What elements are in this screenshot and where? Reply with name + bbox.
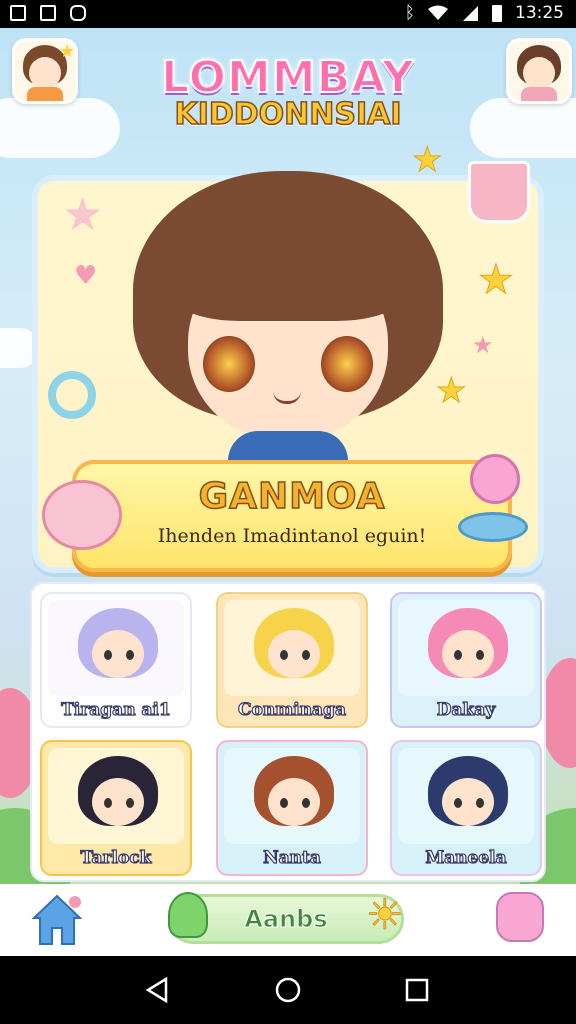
clock: 13:25 — [515, 3, 564, 23]
plate-icon — [458, 512, 528, 542]
character-card[interactable]: Dakay — [390, 592, 542, 728]
battery-icon — [492, 5, 502, 22]
bluetooth-icon: ᛒ — [404, 3, 415, 23]
friend-avatar-button[interactable] — [506, 38, 572, 104]
star-icon: ★ — [478, 257, 515, 304]
character-name: Conminaga — [237, 699, 346, 720]
logo-title: LOMMBAY — [160, 51, 415, 104]
gamepad-icon — [70, 5, 86, 21]
signal-icon — [463, 6, 478, 21]
featured-subtitle: Ihenden Imadintanol eguin! — [157, 525, 427, 547]
character-grid: Tiragan ai1 Conminaga Dakay Tarlock Nant… — [30, 582, 546, 882]
star-icon: ★ — [411, 140, 443, 181]
status-bar: ᛒ 13:25 — [0, 0, 576, 28]
notification-icon — [10, 5, 26, 21]
player-avatar-button[interactable]: ★ — [12, 38, 78, 104]
game-logo: LOMMBAY KIDDONNSIAI — [150, 51, 426, 152]
character-name: Tiragan ai1 — [61, 699, 172, 720]
tea-cup-icon — [468, 161, 530, 223]
character-card[interactable]: Maneela — [390, 740, 542, 876]
wifi-icon — [428, 5, 448, 20]
system-nav-bar — [0, 956, 576, 1024]
back-icon[interactable] — [144, 976, 170, 1004]
sparkle-icon: ★ — [472, 331, 494, 359]
character-name: Nanta — [262, 847, 321, 868]
featured-banner[interactable]: GANMOA Ihenden Imadintanol eguin! — [72, 460, 512, 572]
home-icon[interactable] — [30, 892, 84, 948]
character-card[interactable]: Tarlock — [40, 740, 192, 876]
character-card[interactable]: Conminaga — [216, 592, 368, 728]
character-name: Tarlock — [80, 847, 152, 868]
sun-mascot-icon: ☀ — [366, 890, 405, 939]
recents-icon[interactable] — [405, 978, 429, 1002]
star-icon: ★ — [59, 41, 76, 62]
center-action-label: Aanbs — [244, 905, 328, 934]
character-card[interactable]: Tiragan ai1 — [40, 592, 192, 728]
star-icon: ★ — [62, 187, 104, 241]
logo-subtitle: KIDDONNSIAI — [174, 96, 403, 133]
heart-icon: ♥ — [74, 261, 98, 291]
ghost-mascot-icon — [168, 892, 208, 938]
cat-mascot-icon — [42, 480, 122, 550]
star-icon: ★ — [435, 371, 467, 412]
character-name: Dakay — [436, 699, 496, 720]
bottom-nav: Aanbs ☀ — [0, 884, 576, 956]
profile-icon[interactable] — [496, 892, 544, 942]
save-icon — [40, 5, 56, 21]
home-circle-icon[interactable] — [274, 976, 302, 1004]
octopus-mascot-icon — [470, 454, 520, 504]
character-name: Maneela — [425, 847, 508, 868]
flower-icon — [48, 371, 96, 419]
featured-title: GANMOA — [198, 475, 386, 518]
character-card[interactable]: Nanta — [216, 740, 368, 876]
